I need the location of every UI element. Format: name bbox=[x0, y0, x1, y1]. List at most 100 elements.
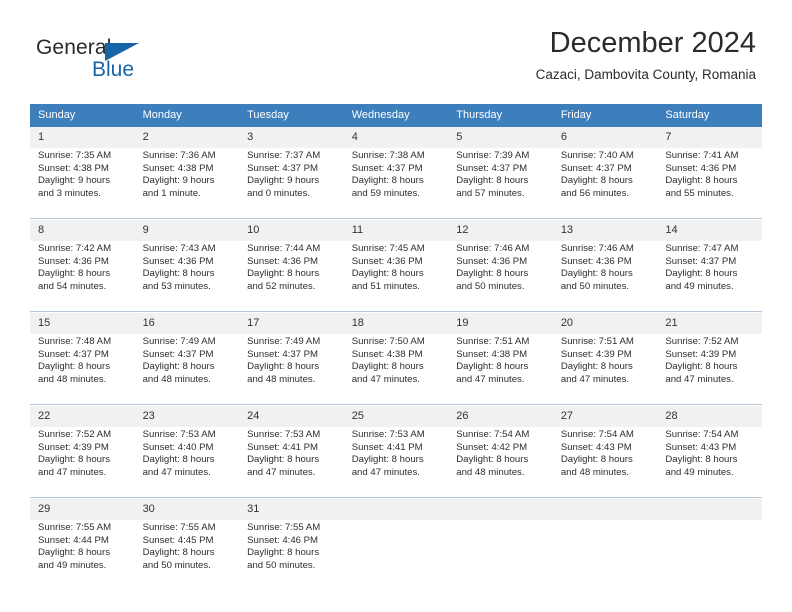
day-number[interactable]: 5 bbox=[448, 127, 553, 148]
general-blue-logo[interactable]: General Blue bbox=[36, 36, 176, 84]
sunrise-text: Sunrise: 7:54 AM bbox=[456, 429, 530, 440]
day-cell[interactable]: Sunrise: 7:53 AM Sunset: 4:40 PM Dayligh… bbox=[134, 427, 240, 498]
day-cell[interactable]: Sunrise: 7:45 AM Sunset: 4:36 PM Dayligh… bbox=[343, 241, 449, 312]
day-cell[interactable]: Sunrise: 7:52 AM Sunset: 4:39 PM Dayligh… bbox=[657, 334, 762, 405]
day-number[interactable]: 13 bbox=[552, 220, 658, 241]
day-cell[interactable]: Sunrise: 7:54 AM Sunset: 4:43 PM Dayligh… bbox=[657, 427, 762, 498]
day-number[interactable]: 19 bbox=[448, 313, 553, 334]
sunrise-text: Sunrise: 7:49 AM bbox=[142, 336, 216, 347]
day-number[interactable]: 22 bbox=[30, 406, 135, 427]
day-number[interactable]: 2 bbox=[134, 127, 240, 148]
day-cell-empty bbox=[552, 499, 658, 520]
day-cell[interactable]: Sunrise: 7:35 AM Sunset: 4:38 PM Dayligh… bbox=[30, 148, 135, 219]
logo-text-blue: Blue bbox=[92, 58, 135, 81]
day-number[interactable]: 7 bbox=[657, 127, 762, 148]
day-cell[interactable]: Sunrise: 7:36 AM Sunset: 4:38 PM Dayligh… bbox=[134, 148, 240, 219]
daylight-text-line1: Daylight: 8 hours bbox=[142, 268, 215, 280]
day-cell[interactable]: Sunrise: 7:55 AM Sunset: 4:45 PM Dayligh… bbox=[134, 520, 240, 590]
day-number[interactable]: 3 bbox=[239, 127, 344, 148]
weekday-header-tuesday: Tuesday bbox=[239, 104, 344, 127]
daylight-text-line2: and 57 minutes. bbox=[456, 187, 525, 199]
sunrise-text: Sunrise: 7:47 AM bbox=[665, 243, 739, 254]
day-cell[interactable]: Sunrise: 7:48 AM Sunset: 4:37 PM Dayligh… bbox=[30, 334, 135, 405]
day-number[interactable]: 18 bbox=[343, 313, 449, 334]
day-number[interactable]: 23 bbox=[134, 406, 240, 427]
day-number[interactable]: 17 bbox=[239, 313, 344, 334]
day-cell[interactable]: Sunrise: 7:46 AM Sunset: 4:36 PM Dayligh… bbox=[552, 241, 658, 312]
day-number[interactable]: 6 bbox=[552, 127, 658, 148]
day-cell[interactable]: Sunrise: 7:41 AM Sunset: 4:36 PM Dayligh… bbox=[657, 148, 762, 219]
day-cell[interactable]: Sunrise: 7:38 AM Sunset: 4:37 PM Dayligh… bbox=[343, 148, 449, 219]
daylight-text-line2: and 47 minutes. bbox=[38, 466, 107, 478]
day-cell[interactable]: Sunrise: 7:37 AM Sunset: 4:37 PM Dayligh… bbox=[239, 148, 344, 219]
day-cell[interactable]: Sunrise: 7:49 AM Sunset: 4:37 PM Dayligh… bbox=[134, 334, 240, 405]
day-cell[interactable]: Sunrise: 7:52 AM Sunset: 4:39 PM Dayligh… bbox=[30, 427, 135, 498]
daylight-text-line1: Daylight: 8 hours bbox=[351, 268, 424, 280]
location-subtitle: Cazaci, Dambovita County, Romania bbox=[535, 67, 756, 82]
daylight-text-line1: Daylight: 8 hours bbox=[247, 268, 320, 280]
day-number[interactable]: 31 bbox=[239, 499, 344, 520]
day-number[interactable]: 26 bbox=[448, 406, 553, 427]
day-number[interactable]: 27 bbox=[552, 406, 658, 427]
day-cell[interactable]: Sunrise: 7:53 AM Sunset: 4:41 PM Dayligh… bbox=[343, 427, 449, 498]
week-row-daynumbers: 1 2 3 4 5 6 7 bbox=[30, 127, 762, 148]
sunrise-text: Sunrise: 7:52 AM bbox=[665, 336, 739, 347]
day-number[interactable]: 1 bbox=[30, 127, 135, 148]
day-cell[interactable]: Sunrise: 7:53 AM Sunset: 4:41 PM Dayligh… bbox=[239, 427, 344, 498]
daylight-text-line1: Daylight: 8 hours bbox=[38, 361, 110, 373]
day-cell[interactable]: Sunrise: 7:42 AM Sunset: 4:36 PM Dayligh… bbox=[30, 241, 135, 312]
day-number[interactable]: 14 bbox=[657, 220, 762, 241]
daylight-text-line1: Daylight: 8 hours bbox=[38, 547, 110, 559]
sunset-text: Sunset: 4:37 PM bbox=[38, 348, 109, 360]
weekday-header-wednesday: Wednesday bbox=[343, 104, 449, 127]
day-cell[interactable]: Sunrise: 7:50 AM Sunset: 4:38 PM Dayligh… bbox=[343, 334, 449, 405]
day-cell[interactable]: Sunrise: 7:51 AM Sunset: 4:39 PM Dayligh… bbox=[552, 334, 658, 405]
day-cell-empty bbox=[657, 499, 762, 520]
day-number[interactable]: 8 bbox=[30, 220, 135, 241]
day-cell[interactable]: Sunrise: 7:55 AM Sunset: 4:44 PM Dayligh… bbox=[30, 520, 135, 590]
day-cell[interactable]: Sunrise: 7:43 AM Sunset: 4:36 PM Dayligh… bbox=[134, 241, 240, 312]
sunset-text: Sunset: 4:43 PM bbox=[665, 441, 737, 453]
daylight-text-line1: Daylight: 8 hours bbox=[456, 268, 529, 280]
daylight-text-line2: and 3 minutes. bbox=[38, 187, 101, 199]
day-cell[interactable]: Sunrise: 7:54 AM Sunset: 4:43 PM Dayligh… bbox=[552, 427, 658, 498]
sunrise-text: Sunrise: 7:42 AM bbox=[38, 243, 112, 254]
sunrise-text: Sunrise: 7:53 AM bbox=[247, 429, 321, 440]
calendar-page: General Blue December 2024 Cazaci, Dambo… bbox=[0, 0, 792, 612]
daylight-text-line2: and 48 minutes. bbox=[456, 466, 525, 478]
page-header: General Blue December 2024 Cazaci, Dambo… bbox=[0, 0, 792, 100]
day-cell[interactable]: Sunrise: 7:40 AM Sunset: 4:37 PM Dayligh… bbox=[552, 148, 658, 219]
day-number[interactable]: 21 bbox=[657, 313, 762, 334]
sunset-text: Sunset: 4:37 PM bbox=[351, 162, 423, 174]
day-number[interactable]: 29 bbox=[30, 499, 135, 520]
day-number[interactable]: 25 bbox=[343, 406, 449, 427]
daylight-text-line2: and 47 minutes. bbox=[351, 373, 420, 385]
day-cell[interactable]: Sunrise: 7:44 AM Sunset: 4:36 PM Dayligh… bbox=[239, 241, 344, 312]
day-cell[interactable]: Sunrise: 7:47 AM Sunset: 4:37 PM Dayligh… bbox=[657, 241, 762, 312]
sunrise-text: Sunrise: 7:46 AM bbox=[456, 243, 530, 254]
day-number[interactable]: 12 bbox=[448, 220, 553, 241]
day-cell[interactable]: Sunrise: 7:55 AM Sunset: 4:46 PM Dayligh… bbox=[239, 520, 344, 590]
day-cell[interactable]: Sunrise: 7:39 AM Sunset: 4:37 PM Dayligh… bbox=[448, 148, 553, 219]
sunset-text: Sunset: 4:38 PM bbox=[38, 162, 109, 174]
day-number[interactable]: 30 bbox=[134, 499, 240, 520]
day-number[interactable]: 28 bbox=[657, 406, 762, 427]
daylight-text-line2: and 47 minutes. bbox=[456, 373, 525, 385]
day-number[interactable]: 20 bbox=[552, 313, 658, 334]
sunset-text: Sunset: 4:42 PM bbox=[456, 441, 528, 453]
day-cell[interactable]: Sunrise: 7:49 AM Sunset: 4:37 PM Dayligh… bbox=[239, 334, 344, 405]
day-cell[interactable]: Sunrise: 7:54 AM Sunset: 4:42 PM Dayligh… bbox=[448, 427, 553, 498]
day-number[interactable]: 24 bbox=[239, 406, 344, 427]
day-cell[interactable]: Sunrise: 7:46 AM Sunset: 4:36 PM Dayligh… bbox=[448, 241, 553, 312]
day-number[interactable]: 11 bbox=[343, 220, 449, 241]
day-number[interactable]: 9 bbox=[134, 220, 240, 241]
daylight-text-line1: Daylight: 8 hours bbox=[247, 454, 320, 466]
day-number[interactable]: 16 bbox=[134, 313, 240, 334]
sunset-text: Sunset: 4:36 PM bbox=[665, 162, 737, 174]
sunrise-text: Sunrise: 7:43 AM bbox=[142, 243, 216, 254]
day-number[interactable]: 15 bbox=[30, 313, 135, 334]
day-cell[interactable]: Sunrise: 7:51 AM Sunset: 4:38 PM Dayligh… bbox=[448, 334, 553, 405]
day-number[interactable]: 10 bbox=[239, 220, 344, 241]
day-number[interactable]: 4 bbox=[343, 127, 449, 148]
week-row-details: Sunrise: 7:55 AM Sunset: 4:44 PM Dayligh… bbox=[30, 520, 762, 590]
